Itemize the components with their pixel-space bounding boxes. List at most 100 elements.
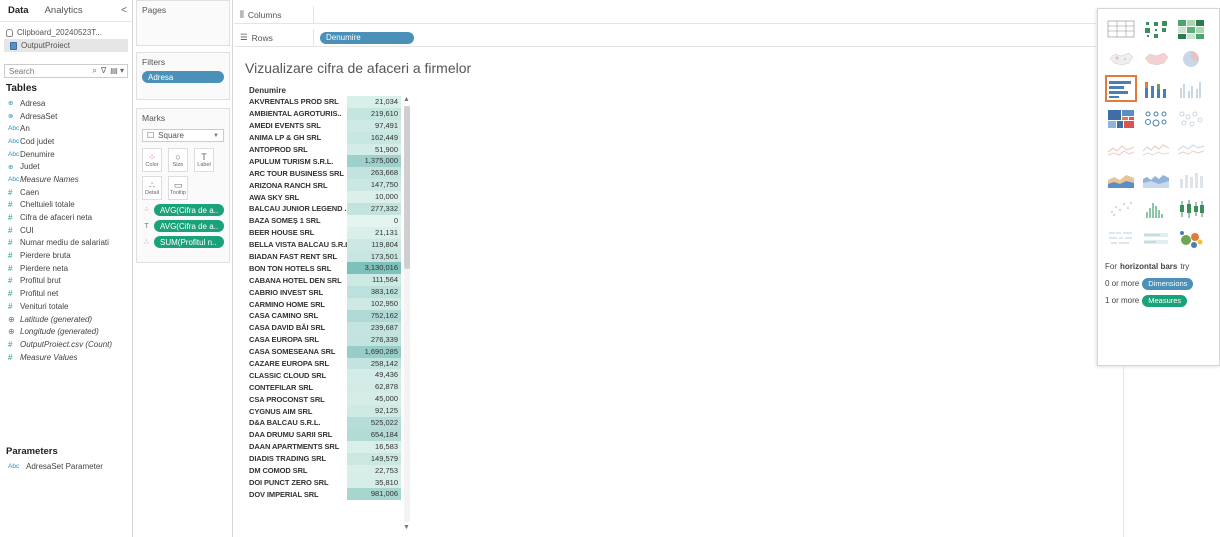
row-header[interactable]: CABANA HOTEL DEN SRL [245, 276, 347, 285]
table-row[interactable]: BIADAN FAST RENT SRL 173,501 [245, 250, 415, 263]
value-cell[interactable]: 16,583 [347, 440, 401, 453]
value-cell[interactable]: 263,668 [347, 167, 401, 180]
row-header[interactable]: AWA SKY SRL [245, 193, 347, 202]
table-row[interactable]: BALCAU JUNIOR LEGEND .. 277,332 [245, 203, 415, 215]
field-item[interactable]: # Caen [0, 186, 132, 199]
histogram-chart-icon[interactable] [1140, 195, 1172, 222]
value-cell[interactable]: 149,579 [347, 452, 401, 465]
color-button[interactable]: ⁘ Color [142, 148, 162, 172]
table-row[interactable]: AWA SKY SRL 10,000 [245, 191, 415, 204]
area-continuous-chart-icon[interactable] [1105, 165, 1137, 192]
symbol-map-chart-icon[interactable] [1105, 45, 1137, 72]
value-cell[interactable]: 3,130,016 [347, 262, 401, 275]
table-row[interactable]: CASA CAMINO SRL 752,162 [245, 310, 415, 322]
table-row[interactable]: ANIMA LP & GH SRL 162,449 [245, 131, 415, 144]
rows-shelf[interactable]: ☰ Rows Denumire [234, 29, 1096, 47]
table-row[interactable]: BON TON HOTELS SRL 3,130,016 [245, 262, 415, 275]
field-item[interactable]: Abc Measure Names [0, 173, 132, 186]
row-header[interactable]: ARC TOUR BUSINESS SRL [245, 169, 347, 178]
row-header[interactable]: DM COMOD SRL [245, 466, 347, 475]
row-header[interactable]: ANIMA LP & GH SRL [245, 133, 347, 142]
table-row[interactable]: BELLA VISTA BALCAU S.R.L. 119,804 [245, 238, 415, 251]
horizontal-bars-chart-icon[interactable] [1105, 75, 1137, 102]
value-cell[interactable]: 752,162 [347, 310, 401, 322]
row-header[interactable]: AMBIENTAL AGROTURIS.. [245, 109, 347, 118]
row-header[interactable]: CYGNUS AIM SRL [245, 407, 347, 416]
row-header[interactable]: CASA CAMINO SRL [245, 311, 347, 320]
value-cell[interactable]: 173,501 [347, 250, 401, 263]
table-row[interactable]: CAZARE EUROPA SRL 258,142 [245, 357, 415, 370]
side-by-side-bars-chart-icon[interactable] [1175, 75, 1207, 102]
dual-lines-chart-icon[interactable] [1175, 135, 1207, 162]
table-row[interactable]: CABRIO INVEST SRL 383,162 [245, 286, 415, 299]
value-cell[interactable]: 276,339 [347, 333, 401, 346]
row-header[interactable]: CAZARE EUROPA SRL [245, 359, 347, 368]
table-row[interactable]: BAZA SOMEȘ 1 SRL 0 [245, 214, 415, 227]
value-cell[interactable]: 162,449 [347, 131, 401, 144]
field-item[interactable]: # Cheltuieli totale [0, 199, 132, 212]
table-row[interactable]: ARIZONA RANCH SRL 147,750 [245, 179, 415, 192]
row-header[interactable]: CASA DAVID BĂI SRL [245, 323, 347, 332]
area-discrete-chart-icon[interactable] [1140, 165, 1172, 192]
row-header[interactable]: BALCAU JUNIOR LEGEND .. [245, 204, 347, 213]
rows-pill-denumire[interactable]: Denumire [320, 31, 414, 44]
circle-views-chart-icon[interactable] [1140, 105, 1172, 132]
viz-title[interactable]: Vizualizare cifra de afaceri a firmelor [245, 60, 471, 76]
value-cell[interactable]: 111,564 [347, 274, 401, 287]
scroll-down-icon[interactable]: ▼ [403, 524, 410, 531]
filled-map-chart-icon[interactable] [1140, 45, 1172, 72]
row-header[interactable]: BIADAN FAST RENT SRL [245, 252, 347, 261]
marks-pill[interactable]: AVG(Cifra de a.. [154, 220, 224, 232]
value-cell[interactable]: 383,162 [347, 286, 401, 299]
table-row[interactable]: DAAN APARTMENTS SRL 16,583 [245, 440, 415, 453]
table-row[interactable]: CASA EUROPA SRL 276,339 [245, 333, 415, 346]
tooltip-button[interactable]: ▭ Tooltip [168, 176, 188, 200]
columns-shelf[interactable]: ⫼ Columns [234, 6, 1096, 24]
treemap-chart-icon[interactable] [1105, 105, 1137, 132]
field-item[interactable]: ⊕ Longitude (generated) [0, 325, 132, 338]
table-row[interactable]: CASA SOMESEANA SRL 1,690,285 [245, 345, 415, 358]
text-table-chart-icon[interactable] [1105, 15, 1137, 42]
field-item[interactable]: # OutputProiect.csv (Count) [0, 338, 132, 351]
size-button[interactable]: ○ Size [168, 148, 188, 172]
field-item[interactable]: # Numar mediu de salariati [0, 237, 132, 250]
value-cell[interactable]: 239,687 [347, 321, 401, 334]
mark-type-select[interactable]: ☐ Square ▼ [142, 129, 224, 142]
row-header[interactable]: BEER HOUSE SRL [245, 228, 347, 237]
field-item[interactable]: # Measure Values [0, 351, 132, 364]
row-header[interactable]: CARMINO HOME SRL [245, 300, 347, 309]
row-header[interactable]: DAA DRUMU SARII SRL [245, 430, 347, 439]
parameter-item[interactable]: Abc AdresaSet Parameter [8, 462, 103, 471]
value-cell[interactable]: 119,804 [347, 238, 401, 251]
scrollbar-thumb[interactable] [404, 106, 410, 269]
row-header[interactable]: AKVRENTALS PROD SRL [245, 97, 347, 106]
row-header[interactable]: AMEDI EVENTS SRL [245, 121, 347, 130]
row-header[interactable]: ARIZONA RANCH SRL [245, 181, 347, 190]
table-row[interactable]: APULUM TURISM S.R.L. 1,375,000 [245, 155, 415, 168]
row-header[interactable]: ANTOPROD SRL [245, 145, 347, 154]
field-item[interactable]: Abc Denumire [0, 148, 132, 161]
table-row[interactable]: ARC TOUR BUSINESS SRL 263,668 [245, 167, 415, 180]
field-item[interactable]: # Pierdere bruta [0, 249, 132, 262]
stacked-bars-chart-icon[interactable] [1140, 75, 1172, 102]
row-header[interactable]: BAZA SOMEȘ 1 SRL [245, 216, 347, 225]
table-row[interactable]: BEER HOUSE SRL 21,131 [245, 226, 415, 239]
vertical-scrollbar[interactable]: ▲ ▼ [402, 96, 412, 533]
filter-pill-adresa[interactable]: Adresa [142, 71, 224, 83]
table-row[interactable]: DAA DRUMU SARII SRL 654,184 [245, 428, 415, 441]
row-header[interactable]: DAAN APARTMENTS SRL [245, 442, 347, 451]
tab-data[interactable]: Data [0, 0, 37, 22]
detail-button[interactable]: ∴ Detail [142, 176, 162, 200]
value-cell[interactable]: 147,750 [347, 179, 401, 192]
value-cell[interactable]: 981,006 [347, 488, 401, 501]
field-item[interactable]: # CUI [0, 224, 132, 237]
value-cell[interactable]: 92,125 [347, 405, 401, 418]
field-item[interactable]: ⊕ Judet [0, 160, 132, 173]
value-cell[interactable]: 654,184 [347, 428, 401, 441]
table-row[interactable]: AMEDI EVENTS SRL 97,491 [245, 119, 415, 132]
table-row[interactable]: DOI PUNCT ZERO SRL 35,810 [245, 476, 415, 489]
discrete-lines-chart-icon[interactable] [1140, 135, 1172, 162]
row-header[interactable]: BELLA VISTA BALCAU S.R.L. [245, 240, 347, 249]
table-row[interactable]: CYGNUS AIM SRL 92,125 [245, 405, 415, 418]
value-cell[interactable]: 22,753 [347, 464, 401, 477]
